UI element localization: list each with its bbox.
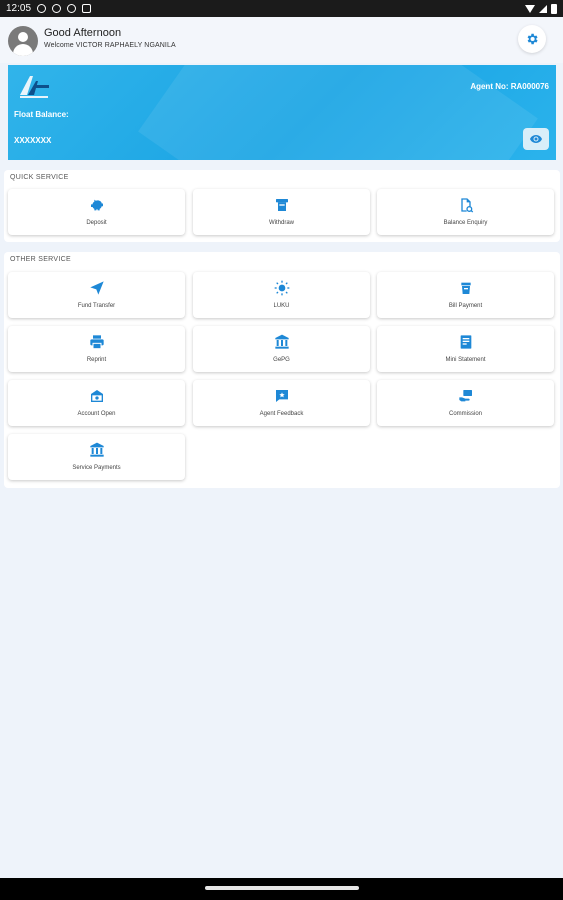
- quick-service-title: QUICK SERVICE: [10, 174, 69, 181]
- bill-icon: [460, 282, 471, 294]
- bank-icon: [89, 442, 104, 457]
- feedback-icon: [275, 390, 288, 402]
- reprint-card[interactable]: Reprint: [8, 326, 185, 372]
- deposit-card[interactable]: Deposit: [8, 189, 185, 235]
- eye-icon: [530, 135, 542, 143]
- bank-icon: [274, 334, 289, 349]
- balance-enquiry-label: Balance Enquiry: [443, 220, 488, 226]
- account-open-icon: [90, 390, 103, 402]
- service-payments-card[interactable]: Service Payments: [8, 434, 185, 480]
- bill-payment-label: Bill Payment: [448, 303, 483, 309]
- toggle-balance-button[interactable]: [523, 128, 549, 150]
- account-open-label: Account Open: [77, 411, 116, 417]
- battery-icon: [551, 3, 557, 14]
- piggy-bank-icon: [90, 199, 103, 211]
- service-payments-label: Service Payments: [72, 465, 121, 471]
- commission-card[interactable]: Commission: [377, 380, 554, 426]
- balance-enquiry-card[interactable]: Balance Enquiry: [377, 189, 554, 235]
- gepg-card[interactable]: GePG: [193, 326, 370, 372]
- fund-transfer-card[interactable]: Fund Transfer: [8, 272, 185, 318]
- settings-button[interactable]: [518, 25, 546, 53]
- float-balance-label: Float Balance:: [14, 110, 69, 119]
- greeting-text: Good Afternoon: [44, 27, 122, 39]
- mini-statement-card[interactable]: Mini Statement: [377, 326, 554, 372]
- luku-card[interactable]: LUKU: [193, 272, 370, 318]
- gear-icon: [527, 33, 538, 45]
- app-notification-icon: [82, 4, 92, 13]
- fund-transfer-label: Fund Transfer: [77, 303, 116, 309]
- withdraw-card[interactable]: Withdraw: [193, 189, 370, 235]
- mini-statement-label: Mini Statement: [445, 357, 486, 363]
- statement-icon: [460, 335, 471, 349]
- float-balance-banner: Agent No: RA000076 Float Balance: XXXXXX…: [8, 65, 556, 160]
- avatar[interactable]: [8, 26, 38, 56]
- reprint-label: Reprint: [86, 357, 107, 363]
- home-gesture-handle[interactable]: [205, 886, 359, 890]
- signal-icon: [539, 4, 547, 13]
- system-nav-bar: [0, 878, 563, 900]
- sun-icon: [274, 280, 289, 296]
- app-header: Good Afternoon Welcome VICTOR RAPHAELY N…: [0, 17, 563, 63]
- account-open-card[interactable]: Account Open: [8, 380, 185, 426]
- send-icon: [89, 281, 104, 295]
- quick-service-section: QUICK SERVICE Deposit Withdraw Balance E…: [4, 170, 560, 242]
- status-bar: 12:05: [0, 0, 563, 17]
- status-time: 12:05: [6, 3, 32, 14]
- float-balance-value: XXXXXXX: [14, 136, 52, 145]
- agent-feedback-label: Agent Feedback: [259, 411, 304, 417]
- other-service-section: OTHER SERVICE Fund Transfer LUKU Bill Pa…: [4, 252, 560, 488]
- company-logo: [20, 76, 49, 98]
- agent-feedback-card[interactable]: Agent Feedback: [193, 380, 370, 426]
- gepg-label: GePG: [273, 357, 290, 363]
- agent-number: Agent No: RA000076: [470, 82, 549, 91]
- deposit-label: Deposit: [86, 220, 107, 226]
- printer-icon: [89, 335, 104, 350]
- cash-withdraw-icon: [275, 199, 288, 211]
- bill-payment-card[interactable]: Bill Payment: [377, 272, 554, 318]
- wifi-icon: [525, 4, 535, 13]
- commission-icon: [458, 390, 472, 402]
- notification-icon: [37, 4, 47, 13]
- luku-label: LUKU: [273, 303, 290, 309]
- balance-document-icon: [460, 198, 473, 213]
- commission-label: Commission: [448, 411, 482, 417]
- vpn-icon: [52, 4, 62, 13]
- withdraw-label: Withdraw: [268, 220, 294, 226]
- shield-icon: [67, 4, 77, 13]
- other-service-title: OTHER SERVICE: [10, 256, 71, 263]
- welcome-text: Welcome VICTOR RAPHAELY NGANILA: [44, 42, 176, 49]
